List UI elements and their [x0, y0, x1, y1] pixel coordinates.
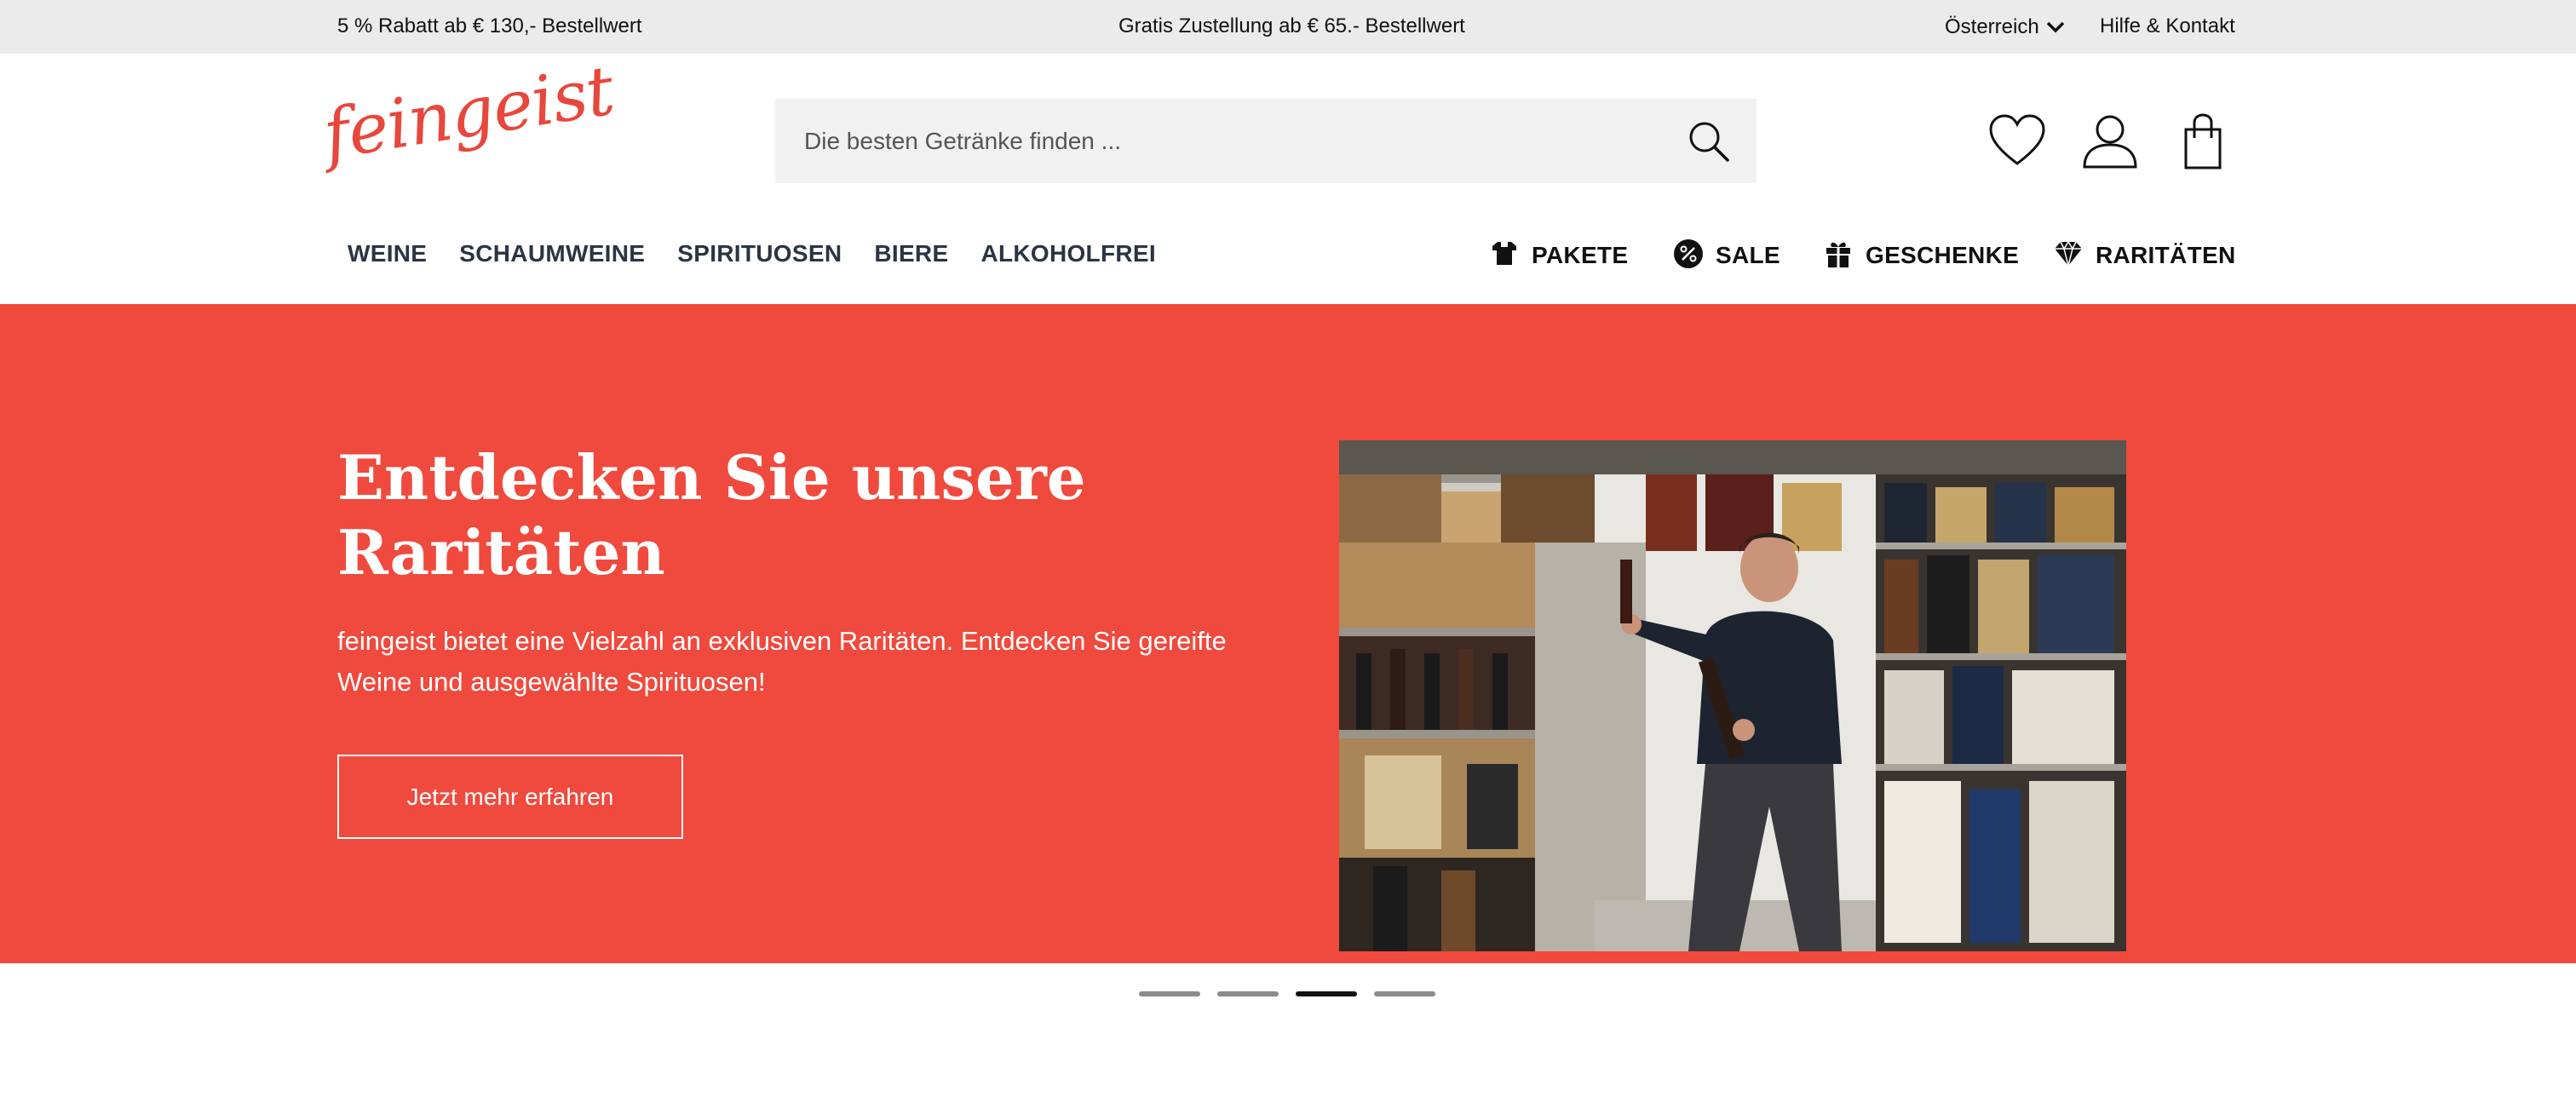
wine-cellar-photo — [1339, 440, 2126, 951]
search-icon[interactable] — [1685, 118, 1733, 165]
search-bar — [775, 99, 1757, 183]
nav-label-pakete: PAKETE — [1532, 242, 1629, 268]
main-nav: WEINE SCHAUMWEINE SPIRITUOSEN BIERE ALKO… — [348, 240, 1156, 267]
chevron-down-icon — [2046, 15, 2065, 39]
country-label: Österreich — [1945, 15, 2039, 38]
hero-title: Entdecken Sie unsere Raritäten — [337, 441, 1086, 589]
promo-shipping-text: Gratis Zustellung ab € 65.- Bestellwert — [1118, 14, 1465, 37]
logo-text: feingeist — [318, 50, 619, 175]
hero-description: feingeist bietet eine Vielzahl an exklus… — [337, 626, 1227, 697]
nav-label-raritaeten: RARITÄTEN — [2096, 242, 2236, 268]
diamond-icon — [2053, 238, 2084, 273]
gift-icon — [1823, 238, 1854, 273]
slider-dot-4[interactable] — [1374, 991, 1435, 996]
percent-icon — [1673, 238, 1704, 273]
nav-item-raritaeten[interactable]: RARITÄTEN — [2053, 238, 2235, 273]
shopping-bag-icon[interactable] — [2174, 112, 2232, 170]
nav-item-weine[interactable]: WEINE — [348, 240, 427, 267]
logo[interactable]: feingeist — [318, 51, 618, 191]
help-contact-link[interactable]: Hilfe & Kontakt — [2100, 14, 2235, 38]
nav-item-geschenke[interactable]: GESCHENKE — [1823, 238, 2019, 273]
country-selector[interactable]: Österreich — [1945, 12, 2065, 43]
package-icon — [1489, 238, 1520, 273]
promo-discount-text: 5 % Rabatt ab € 130,- Bestellwert — [337, 14, 642, 37]
nav-label-geschenke: GESCHENKE — [1866, 242, 2020, 268]
slider-dot-2[interactable] — [1217, 991, 1279, 996]
slider-dot-3[interactable] — [1296, 991, 1357, 996]
user-icon[interactable] — [2081, 112, 2139, 170]
nav-item-pakete[interactable]: PAKETE — [1489, 238, 1628, 273]
search-input[interactable] — [775, 99, 1627, 183]
slider-dot-1[interactable] — [1139, 991, 1200, 996]
hero-cta-button[interactable]: Jetzt mehr erfahren — [337, 755, 683, 839]
nav-item-schaumweine[interactable]: SCHAUMWEINE — [459, 240, 645, 267]
slider-dots — [1139, 991, 1435, 996]
heart-icon[interactable] — [1988, 112, 2046, 170]
nav-item-spirituosen[interactable]: SPIRITUOSEN — [677, 240, 842, 267]
hero-banner: Entdecken Sie unsere Raritäten feingeist… — [0, 304, 2576, 963]
top-bar: 5 % Rabatt ab € 130,- Bestellwert Gratis… — [0, 0, 2576, 54]
nav-item-biere[interactable]: BIERE — [874, 240, 948, 267]
nav-label-sale: SALE — [1716, 242, 1780, 268]
hero-image[interactable] — [1339, 440, 2126, 951]
nav-item-alkoholfrei[interactable]: ALKOHOLFREI — [980, 240, 1156, 267]
nav-item-sale[interactable]: SALE — [1673, 238, 1780, 273]
